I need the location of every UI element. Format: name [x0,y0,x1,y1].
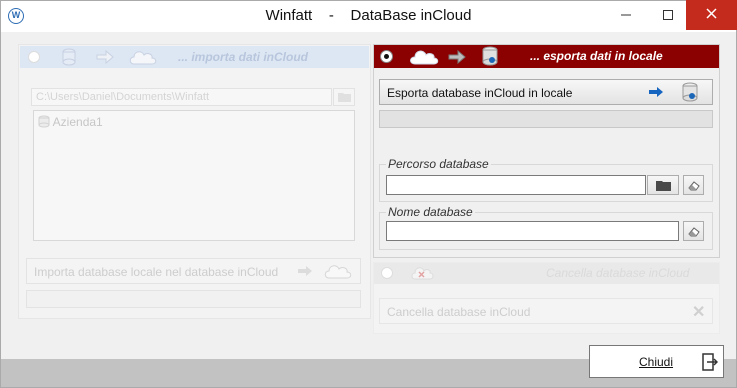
database-icon [38,115,50,128]
import-folder-button[interactable] [333,88,355,106]
close-window-button[interactable] [686,0,737,30]
exit-icon [702,353,718,371]
import-progress-bar [26,290,361,308]
delete-radio[interactable] [381,267,393,279]
list-item[interactable]: Azienda1 [38,115,103,129]
close-icon [706,8,717,19]
database-icon [62,48,76,66]
cloud-icon [410,50,439,65]
export-progress-bar [379,110,713,128]
close-button-label: Chiudi [639,355,674,369]
nome-label: Nome database [386,205,475,219]
folder-icon [338,93,351,102]
delete-database-button[interactable]: Cancella database inCloud ✕ [379,298,713,324]
cloud-icon [129,51,157,65]
delete-x-icon: ✕ [692,304,706,321]
minimize-icon [621,14,631,16]
import-database-button[interactable]: Importa database locale nel database inC… [26,258,361,284]
arrow-right-icon [96,50,114,64]
export-button-label: Esporta database inCloud in locale [387,86,573,100]
minimize-button[interactable] [603,0,649,30]
eraser-icon [688,181,700,191]
nome-field[interactable] [386,221,679,241]
clear-nome-button[interactable] [683,221,704,241]
export-radio[interactable] [380,50,393,63]
delete-header-label: Cancella database inCloud [546,266,690,280]
percorso-field[interactable] [386,175,646,195]
arrow-right-icon [649,87,663,97]
arrow-right-icon [448,50,466,64]
list-item-label: Azienda1 [52,115,103,129]
eraser-icon [688,227,700,237]
import-header-label: ... importa dati inCloud [178,50,308,64]
export-header: ... esporta dati in locale [374,45,719,68]
azienda-list[interactable] [33,110,355,241]
maximize-button[interactable] [645,0,691,30]
database-icon [482,46,498,66]
clear-percorso-button[interactable] [683,175,704,195]
database-icon [682,82,698,102]
import-radio[interactable] [28,51,40,63]
close-button[interactable]: Chiudi [589,345,724,378]
delete-header: Cancella database inCloud [374,263,719,284]
cloud-upload-icon [324,265,352,279]
import-header: ... importa dati inCloud [20,46,369,68]
export-database-button[interactable]: Esporta database inCloud in locale [379,79,713,105]
arrow-right-icon [298,266,312,276]
import-path-field[interactable]: C:\Users\Daniel\Documents\Winfatt [31,88,332,106]
browse-folder-button[interactable] [647,175,679,195]
delete-button-label: Cancella database inCloud [387,305,531,319]
percorso-label: Percorso database [386,157,491,171]
folder-icon [656,181,671,191]
cloud-delete-icon [411,267,434,280]
import-button-label: Importa database locale nel database inC… [34,265,279,279]
export-header-label: ... esporta dati in locale [530,49,663,63]
maximize-icon [663,10,673,20]
